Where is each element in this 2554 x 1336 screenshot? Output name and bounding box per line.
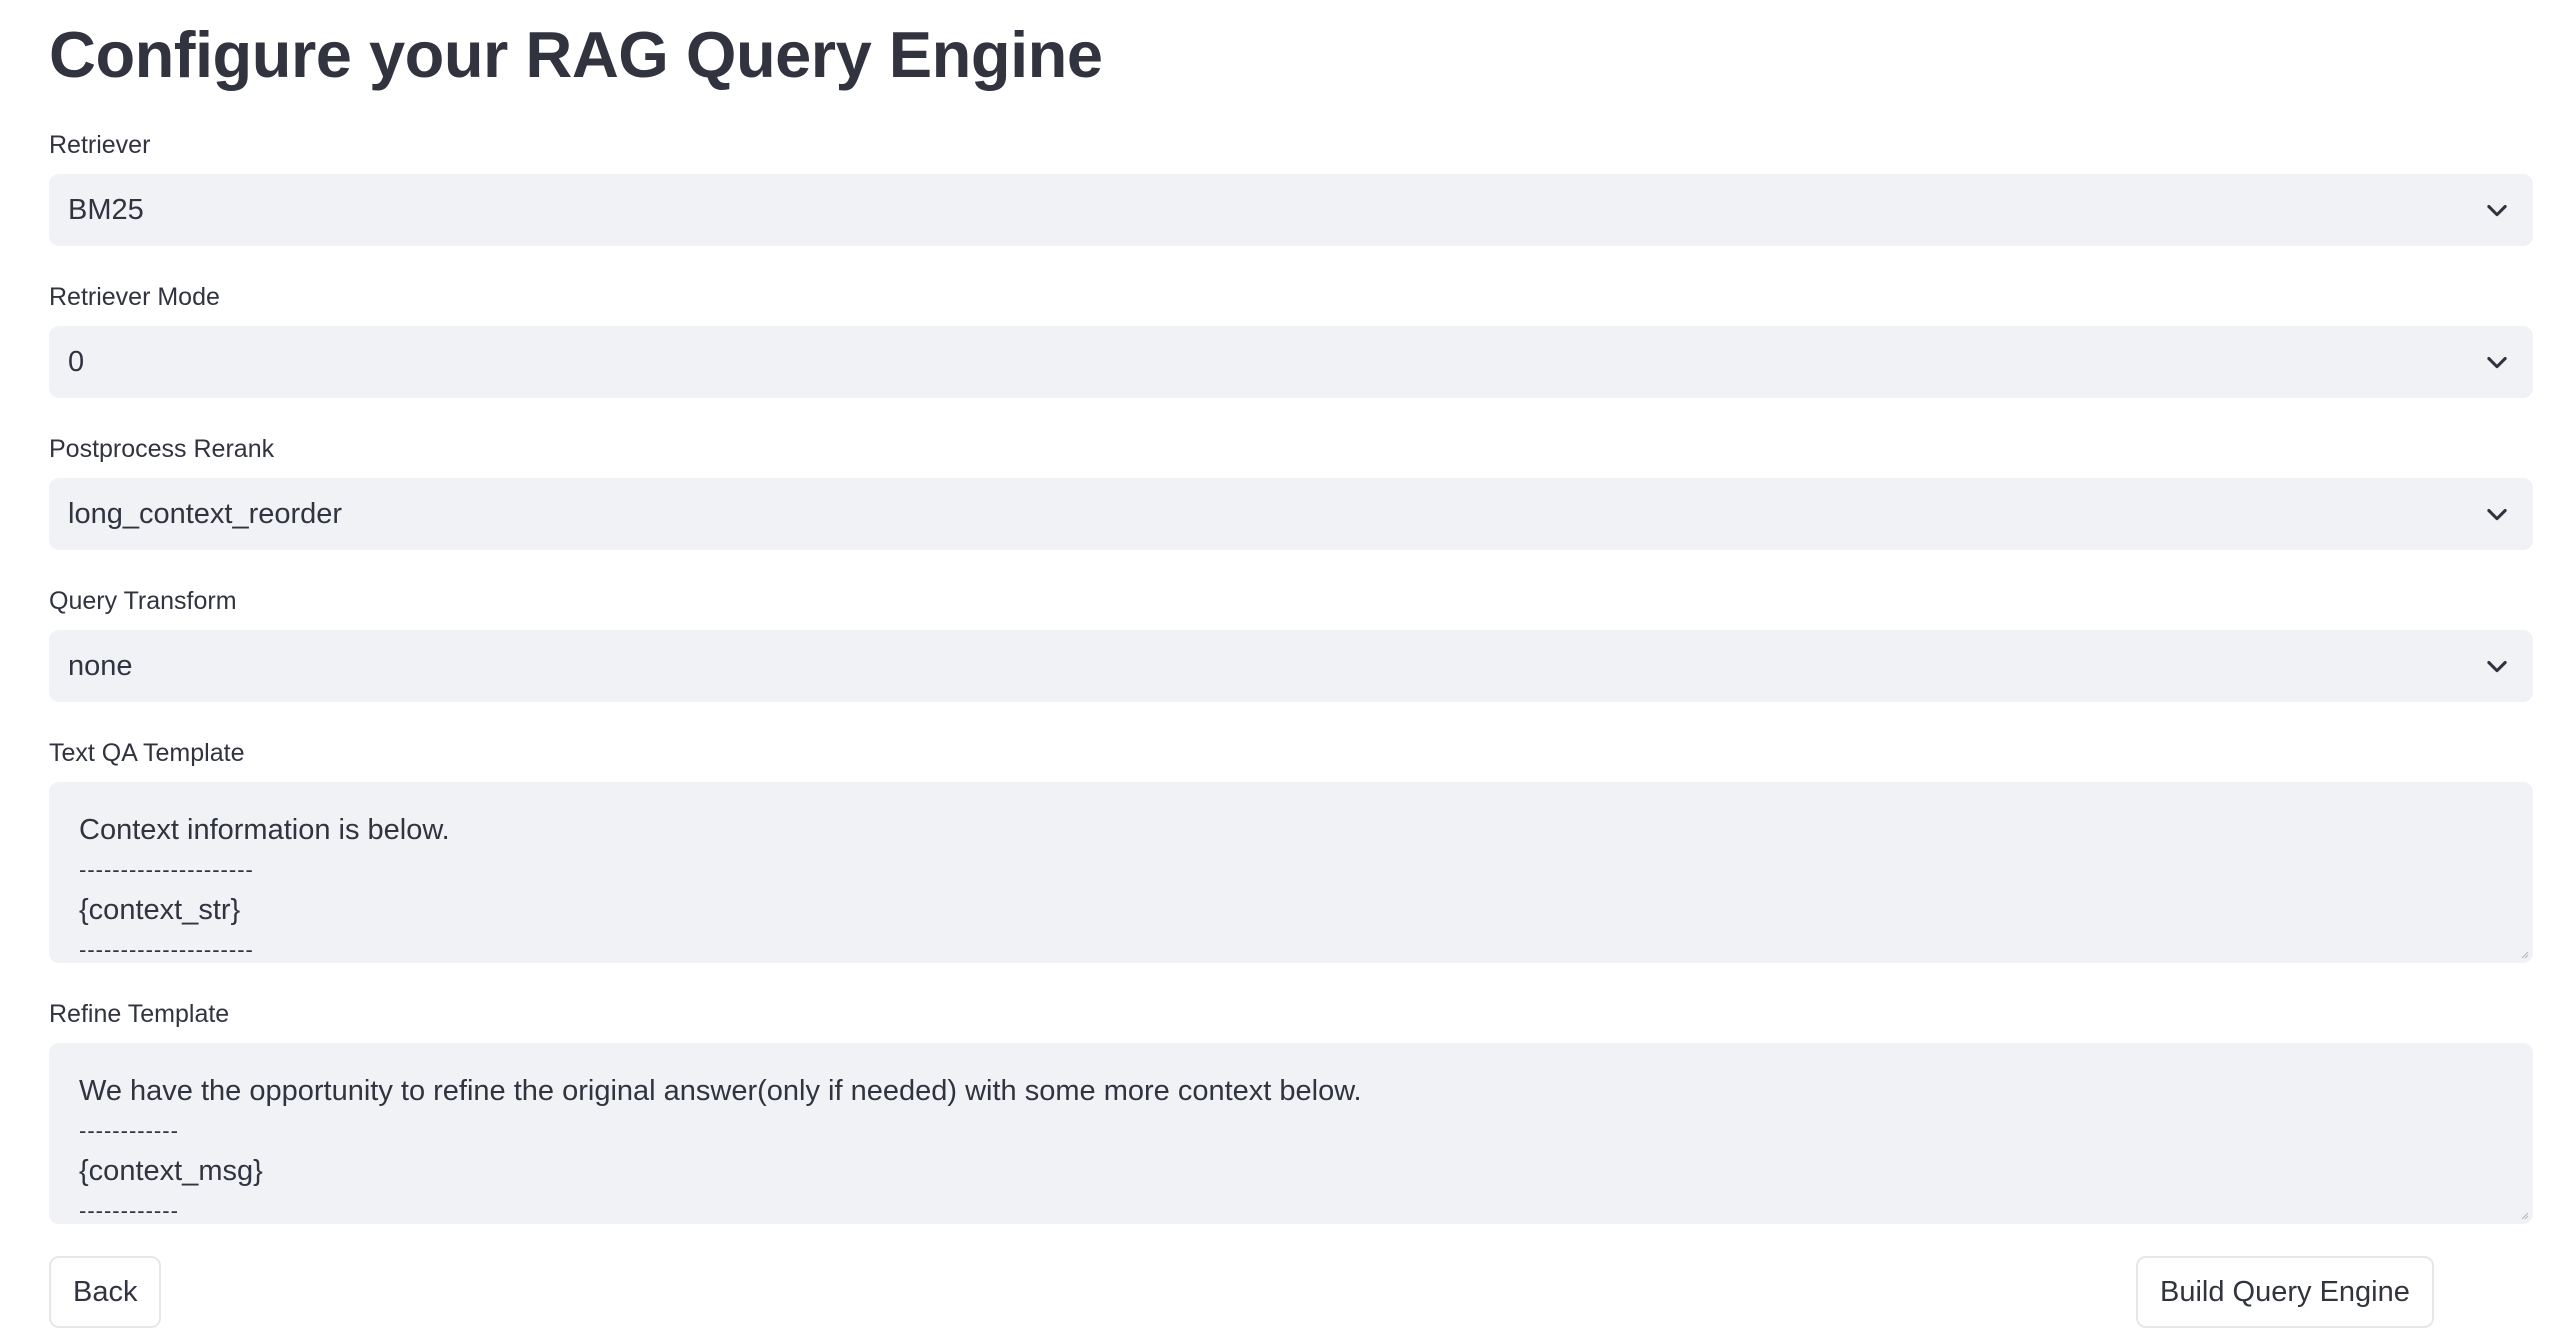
back-button[interactable]: Back (49, 1256, 162, 1328)
page: Configure your RAG Query Engine Retrieve… (0, 0, 2554, 1336)
chevron-down-icon[interactable] (2483, 348, 2511, 376)
retriever-label: Retriever (49, 131, 151, 159)
query-transform-label: Query Transform (49, 587, 237, 615)
resize-grip-icon[interactable] (2519, 949, 2529, 959)
chevron-down-icon[interactable] (2483, 500, 2511, 528)
retriever-select[interactable]: BM25 (49, 174, 2533, 246)
query-transform-select-value: none (68, 650, 133, 682)
refine-template-textarea[interactable]: We have the opportunity to refine the or… (49, 1043, 2533, 1224)
textarea-line: Context information is below. (79, 814, 450, 846)
textarea-line: ------------ (79, 1198, 179, 1223)
build-query-engine-button[interactable]: Build Query Engine (2136, 1256, 2434, 1328)
retriever-mode-select[interactable]: 0 (49, 326, 2533, 398)
retriever-mode-label: Retriever Mode (49, 283, 220, 311)
refine-template-label: Refine Template (49, 1000, 230, 1028)
page-title: Configure your RAG Query Engine (49, 18, 1103, 91)
text-qa-template-label: Text QA Template (49, 739, 245, 767)
textarea-line: We have the opportunity to refine the or… (79, 1075, 1362, 1107)
postprocess-rerank-select-value: long_context_reorder (68, 498, 343, 530)
textarea-line: {context_msg} (79, 1155, 263, 1187)
resize-grip-icon[interactable] (2519, 1210, 2529, 1220)
query-transform-select[interactable]: none (49, 630, 2533, 702)
textarea-line: --------------------- (79, 937, 254, 962)
postprocess-rerank-select[interactable]: long_context_reorder (49, 478, 2533, 550)
text-qa-template-textarea[interactable]: Context information is below. ----------… (49, 782, 2533, 963)
textarea-line: {context_str} (79, 894, 241, 926)
retriever-select-value: BM25 (68, 194, 144, 226)
chevron-down-icon[interactable] (2483, 652, 2511, 680)
chevron-down-icon[interactable] (2483, 196, 2511, 224)
retriever-mode-select-value: 0 (68, 346, 85, 378)
textarea-line: ------------ (79, 1118, 179, 1143)
textarea-line: --------------------- (79, 857, 254, 882)
postprocess-rerank-label: Postprocess Rerank (49, 435, 275, 463)
